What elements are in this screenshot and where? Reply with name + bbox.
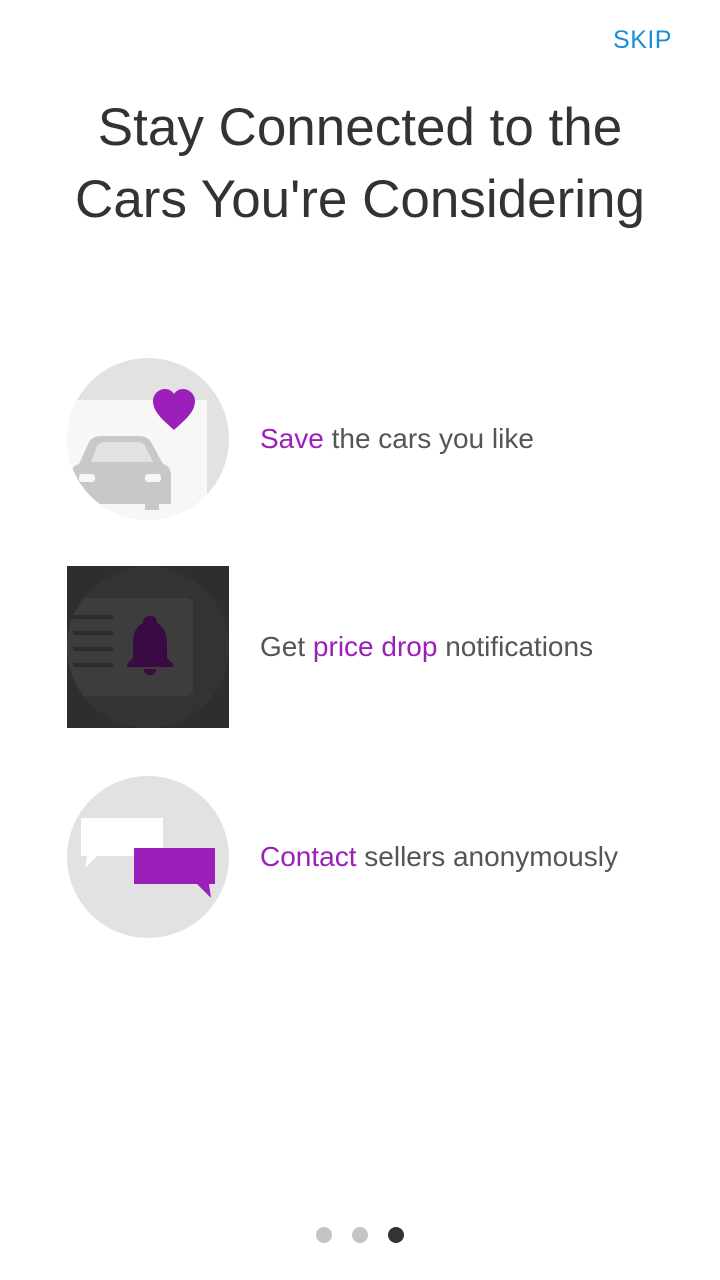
feature-save-accent: Save: [260, 423, 324, 454]
chat-bubbles-icon: [67, 776, 229, 938]
feature-contact-rest: sellers anonymously: [356, 841, 618, 872]
skip-button[interactable]: SKIP: [613, 26, 672, 55]
title-line-2: Cars You're Considering: [75, 170, 645, 229]
feature-save: Save the cars you like: [67, 358, 687, 520]
feature-contact-accent: Contact: [260, 841, 357, 872]
feature-contact-text: Contact sellers anonymously: [260, 776, 618, 938]
onboarding-screen: SKIP Stay Connected to the Cars You're C…: [0, 0, 720, 1280]
feature-price-drop-suffix: notifications: [437, 631, 594, 662]
page-title: Stay Connected to the Cars You're Consid…: [0, 92, 720, 236]
feature-save-text: Save the cars you like: [260, 358, 534, 520]
feature-price-drop-accent: price drop: [312, 631, 438, 662]
feature-price-drop-prefix: Get: [260, 631, 313, 662]
save-car-heart-icon: [67, 358, 229, 520]
feature-price-drop: Get price drop notifications: [67, 566, 687, 728]
title-line-1: Stay Connected to the: [97, 98, 623, 157]
feature-price-drop-text: Get price drop notifications: [260, 566, 593, 728]
page-dot-3-active[interactable]: [388, 1227, 404, 1243]
page-dot-1[interactable]: [316, 1227, 332, 1243]
feature-save-rest: the cars you like: [323, 423, 534, 454]
page-indicator: [0, 1227, 720, 1243]
bell-notification-icon: [67, 566, 229, 728]
page-dot-2[interactable]: [352, 1227, 368, 1243]
feature-contact: Contact sellers anonymously: [67, 776, 687, 938]
